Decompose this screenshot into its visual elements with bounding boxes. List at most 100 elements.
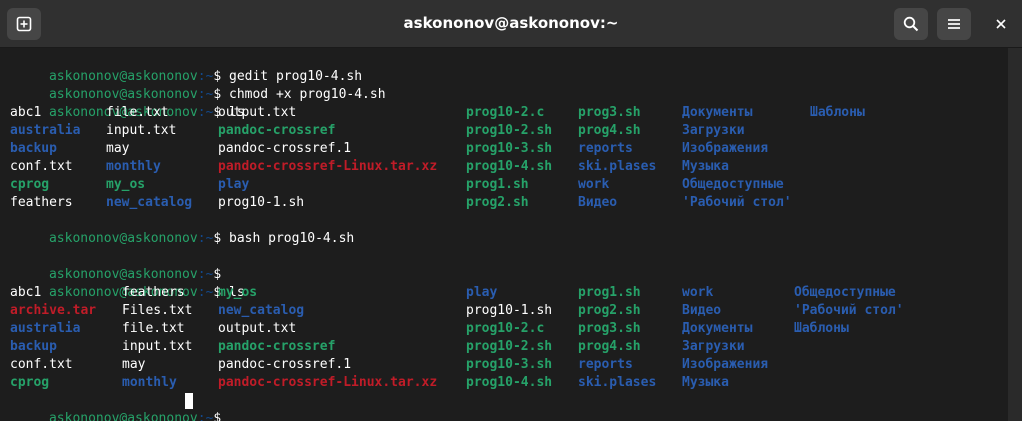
- ls-entry: Общедоступные: [794, 285, 896, 300]
- ls-entry: prog10-2.sh: [466, 123, 553, 138]
- prompt-path: :~: [197, 285, 214, 300]
- ls-entry: Видео: [578, 195, 618, 210]
- command-text: bash prog10-4.sh: [229, 231, 355, 246]
- terminal-output[interactable]: askononov@askononov:~$ gedit prog10-4.sh…: [0, 48, 1008, 421]
- ls-entry: prog10-2.sh: [466, 339, 553, 354]
- ls-entry: backup: [10, 141, 57, 156]
- command-line: askononov@askononov:~$: [2, 248, 229, 282]
- command-line: askononov@askononov:~$ bash prog10-4.sh: [2, 212, 354, 246]
- ls-entry: Шаблоны: [794, 321, 849, 336]
- ls-entry: new_catalog: [106, 195, 193, 210]
- ls-entry: cprog: [10, 375, 50, 390]
- terminal-window: askononov@askononov:~ askononov@askonono…: [0, 0, 1022, 421]
- prompt-user-host: askononov@askononov: [48, 231, 198, 246]
- menu-button[interactable]: [937, 8, 971, 40]
- scrollbar[interactable]: [1008, 48, 1022, 421]
- prompt-path: :~: [197, 411, 214, 421]
- close-button[interactable]: [984, 8, 1018, 40]
- ls-entry: pandoc-crossref: [218, 123, 336, 138]
- ls-entry: pandoc-crossref.1: [218, 357, 352, 372]
- prompt-symbol: $: [213, 411, 229, 421]
- ls-entry: australia: [10, 321, 81, 336]
- ls-entry: prog4.sh: [578, 123, 641, 138]
- ls-entry: pandoc-crossref-Linux.tar.xz: [218, 375, 438, 390]
- ls-entry: may: [122, 357, 146, 372]
- ls-entry: output.txt: [218, 321, 297, 336]
- command-text: chmod +x prog10-4.sh: [229, 87, 386, 102]
- ls-entry: feathers: [122, 285, 185, 300]
- ls-entry: Видео: [682, 303, 722, 318]
- ls-entry: prog2.sh: [466, 195, 529, 210]
- header-bar: askononov@askononov:~: [0, 0, 1022, 48]
- ls-entry: Files.txt: [122, 303, 193, 318]
- ls-entry: ski.plases: [578, 159, 657, 174]
- ls-entry: Изображения: [682, 141, 769, 156]
- ls-entry: australia: [10, 123, 81, 138]
- ls-entry: prog10-1.sh: [218, 195, 305, 210]
- ls-entry: input.txt: [106, 123, 177, 138]
- ls-entry: Шаблоны: [810, 105, 865, 120]
- ls-entry: abc1: [10, 285, 42, 300]
- ls-entry: abc1: [10, 105, 42, 120]
- ls-entry: my_os: [218, 285, 258, 300]
- ls-entry: feathers: [10, 195, 73, 210]
- ls-entry: 'Рабочий стол': [682, 195, 792, 210]
- ls-entry: prog10-2.c: [466, 321, 545, 336]
- search-icon: [903, 16, 919, 32]
- ls-entry: reports: [578, 357, 633, 372]
- command-line: askononov@askononov:~$ chmod +x prog10-4…: [2, 68, 386, 102]
- close-icon: [996, 19, 1006, 29]
- command-line: askononov@askononov:~$ ls: [2, 266, 245, 300]
- ls-entry: prog3.sh: [578, 105, 641, 120]
- ls-entry: file.txt: [122, 321, 185, 336]
- ls-entry: archive.tar: [10, 303, 97, 318]
- command-line: askononov@askononov:~$ ls: [2, 86, 245, 120]
- hamburger-menu-icon: [948, 19, 960, 29]
- ls-entry: prog10-2.c: [466, 105, 545, 120]
- ls-entry: Документы: [682, 105, 753, 120]
- ls-entry: prog10-4.sh: [466, 159, 553, 174]
- ls-entry: prog10-3.sh: [466, 141, 553, 156]
- command-line: askononov@askononov:~$ gedit prog10-4.sh: [2, 50, 362, 84]
- ls-entry: Музыка: [682, 375, 729, 390]
- ls-entry: backup: [10, 339, 57, 354]
- ls-entry: prog10-3.sh: [466, 357, 553, 372]
- ls-entry: prog1.sh: [578, 285, 641, 300]
- ls-entry: Музыка: [682, 159, 729, 174]
- prompt-user-host: askononov@askononov: [48, 411, 198, 421]
- ls-entry: prog10-4.sh: [466, 375, 553, 390]
- ls-entry: Документы: [682, 321, 753, 336]
- ls-entry: play: [218, 177, 250, 192]
- ls-entry: monthly: [106, 159, 161, 174]
- ls-entry: conf.txt: [10, 159, 73, 174]
- search-button[interactable]: [894, 8, 928, 40]
- ls-entry: prog4.sh: [578, 339, 641, 354]
- prompt-symbol: $: [213, 231, 229, 246]
- ls-entry: may: [106, 141, 130, 156]
- ls-entry: prog1.sh: [466, 177, 529, 192]
- ls-entry: pandoc-crossref: [218, 339, 336, 354]
- command-line-active[interactable]: askononov@askononov:~$: [2, 392, 229, 421]
- ls-entry: my_os: [106, 177, 146, 192]
- ls-entry: Загрузки: [682, 123, 745, 138]
- ls-entry: input.txt: [122, 339, 193, 354]
- prompt-path: :~: [197, 105, 214, 120]
- ls-entry: pandoc-crossref-Linux.tar.xz: [218, 159, 438, 174]
- ls-entry: conf.txt: [10, 357, 73, 372]
- text-cursor: [185, 393, 193, 409]
- ls-entry: Изображения: [682, 357, 769, 372]
- ls-entry: cprog: [10, 177, 50, 192]
- ls-entry: ski.plases: [578, 375, 657, 390]
- ls-entry: prog10-1.sh: [466, 303, 553, 318]
- ls-entry: work: [578, 177, 610, 192]
- ls-entry: pandoc-crossref.1: [218, 141, 352, 156]
- ls-entry: prog2.sh: [578, 303, 641, 318]
- window-title: askononov@askononov:~: [403, 14, 619, 32]
- prompt-path: :~: [197, 231, 214, 246]
- ls-entry: play: [466, 285, 498, 300]
- ls-entry: output.txt: [218, 105, 297, 120]
- ls-entry: reports: [578, 141, 633, 156]
- ls-entry: file.txt: [106, 105, 169, 120]
- ls-entry: 'Рабочий стол': [794, 303, 904, 318]
- ls-entry: Общедоступные: [682, 177, 784, 192]
